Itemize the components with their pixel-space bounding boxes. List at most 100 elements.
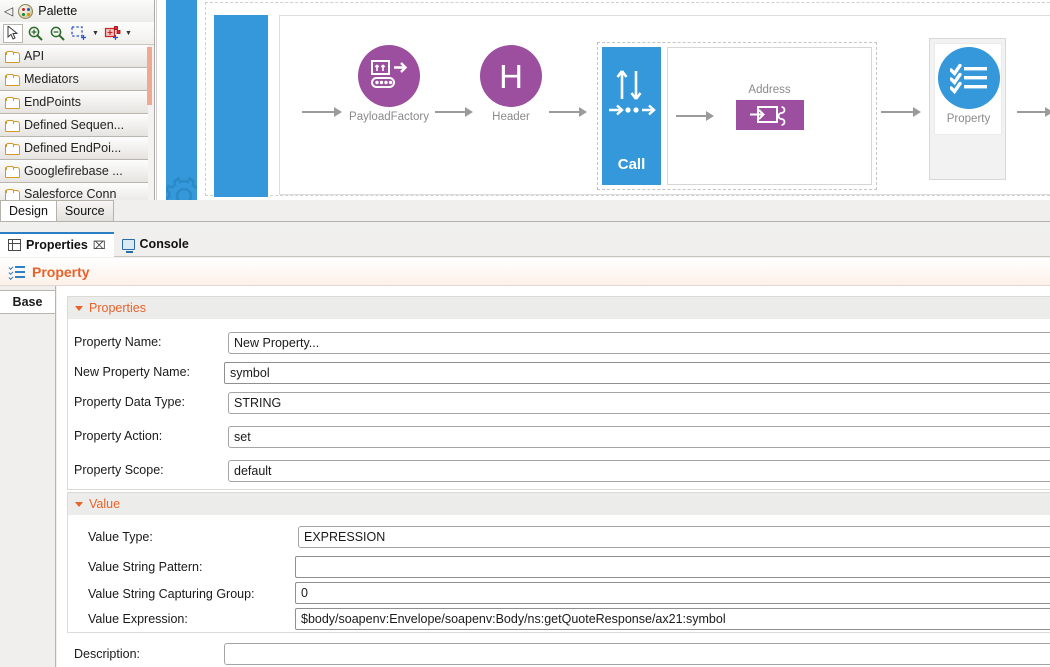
marquee-tool-button[interactable] — [69, 24, 89, 43]
value-string-capturing-group-field[interactable]: 0 — [295, 582, 1050, 604]
description-field[interactable] — [224, 643, 1050, 665]
editor-tab-bar: Design Source — [0, 200, 1050, 222]
header-glyph: H — [499, 57, 523, 95]
palette-scrollbar[interactable] — [147, 47, 152, 197]
row-value-type: Value Type: — [88, 526, 153, 548]
palette-scrollbar-thumb[interactable] — [147, 47, 152, 105]
palette-item-label: Defined EndPoi... — [24, 141, 122, 155]
palette-item-endpoints[interactable]: EndPoints — [0, 91, 148, 114]
tab-label: Console — [139, 237, 189, 251]
palette-category-list[interactable]: API Mediators EndPoints Defined Sequen..… — [0, 45, 148, 200]
palette-item-defined-sequences[interactable]: Defined Sequen... — [0, 114, 148, 137]
property-list-icon — [8, 265, 25, 280]
properties-grid-icon — [8, 239, 21, 251]
new-property-name-field[interactable]: symbol — [224, 362, 1050, 384]
field-label: Description: — [74, 647, 140, 661]
gear-icon — [166, 176, 197, 200]
palette-toolbar: ▼ ▼ — [0, 22, 154, 45]
section-title: Value — [89, 497, 121, 511]
node-property[interactable]: Property — [929, 38, 1006, 180]
palette-collapse-icon[interactable]: ◁ — [4, 5, 13, 17]
palette-item-label: Defined Sequen... — [24, 118, 125, 132]
address-endpoint-icon[interactable] — [735, 100, 804, 130]
property-name-field[interactable]: New Property... — [228, 332, 1050, 354]
palette-item-salesforce-conn[interactable]: Salesforce Conn — [0, 183, 148, 200]
flow-arrow — [549, 106, 587, 118]
field-label: Property Action: — [74, 429, 163, 443]
editor-top-region: ◁ Palette ▼ ▼ API Mediators EndPoints De… — [0, 0, 1050, 200]
view-tab-bar: Properties ⌧ Console — [0, 231, 1050, 257]
side-tab-base[interactable]: Base — [0, 290, 55, 314]
folder-icon — [5, 50, 20, 63]
node-property-content: Property — [930, 47, 1007, 125]
tab-design[interactable]: Design — [0, 200, 57, 221]
create-node-tool-button[interactable] — [102, 24, 122, 43]
node-label: Address — [748, 84, 791, 96]
field-label: Property Scope: — [74, 463, 164, 477]
palette-item-label: Googlefirebase ... — [24, 164, 123, 178]
field-value: 0 — [301, 586, 308, 600]
row-value-string-pattern: Value String Pattern: — [88, 556, 202, 578]
row-property-data-type: Property Data Type: — [74, 391, 185, 413]
palette-item-label: Mediators — [24, 72, 79, 86]
select-tool-button[interactable] — [3, 23, 23, 43]
palette-icon — [18, 3, 34, 19]
call-endpoint-slot[interactable]: Address — [667, 47, 872, 185]
marquee-tool-dropdown-icon[interactable]: ▼ — [91, 24, 100, 43]
value-expression-field[interactable]: $body/soapenv:Envelope/soapenv:Body/ns:g… — [295, 608, 1050, 630]
chevron-down-icon[interactable] — [75, 501, 83, 507]
property-data-type-field[interactable]: STRING — [228, 392, 1050, 414]
create-node-tool-dropdown-icon[interactable]: ▼ — [124, 24, 133, 43]
node-label: PayloadFactory — [349, 111, 429, 123]
zoom-in-tool-button[interactable] — [25, 24, 45, 43]
flow-arrow — [435, 106, 473, 118]
section-header[interactable]: Properties — [68, 297, 1050, 319]
properties-form: Properties Property Name: New Property..… — [57, 286, 1050, 667]
field-value: New Property... — [234, 336, 320, 350]
tab-console[interactable]: Console — [114, 232, 197, 257]
field-label: Value Type: — [88, 530, 153, 544]
palette-item-mediators[interactable]: Mediators — [0, 68, 148, 91]
property-icon — [937, 47, 1000, 109]
zoom-out-tool-button[interactable] — [47, 24, 67, 43]
node-payloadfactory[interactable]: PayloadFactory — [349, 45, 429, 123]
section-title: Properties — [89, 301, 146, 315]
node-header[interactable]: H Header — [479, 45, 543, 123]
chevron-down-icon[interactable] — [75, 305, 83, 311]
call-mediator-group[interactable]: Call Address — [597, 42, 877, 190]
palette-item-googlefirebase[interactable]: Googlefirebase ... — [0, 160, 148, 183]
field-label: Value Expression: — [88, 612, 188, 626]
palette-view: ◁ Palette ▼ ▼ API Mediators EndPoints De… — [0, 0, 155, 200]
field-value: symbol — [230, 366, 270, 380]
palette-title: Palette — [38, 4, 78, 18]
row-value-expression: Value Expression: — [88, 608, 188, 630]
property-scope-field[interactable]: default — [228, 460, 1050, 482]
value-string-pattern-field[interactable] — [295, 556, 1050, 578]
properties-title-bar: Property — [0, 258, 1050, 286]
properties-side-tabs: Base — [0, 286, 56, 667]
field-value: STRING — [234, 396, 282, 410]
row-property-name: Property Name: — [74, 331, 162, 353]
flow-arrow — [302, 106, 342, 118]
palette-item-label: API — [24, 49, 45, 63]
section-header[interactable]: Value — [68, 493, 1050, 515]
value-type-field[interactable]: EXPRESSION — [298, 526, 1050, 548]
payload-factory-icon — [358, 45, 420, 107]
tab-source[interactable]: Source — [55, 200, 114, 221]
field-value: set — [234, 430, 251, 444]
property-action-field[interactable]: set — [228, 426, 1050, 448]
tab-label: Properties — [26, 238, 88, 252]
page-title: Property — [32, 263, 90, 280]
tab-properties[interactable]: Properties ⌧ — [0, 231, 114, 257]
palette-header: ◁ Palette — [0, 0, 154, 22]
palette-item-api[interactable]: API — [0, 45, 148, 68]
palette-item-defined-endpoints[interactable]: Defined EndPoi... — [0, 137, 148, 160]
field-value: $body/soapenv:Envelope/soapenv:Body/ns:g… — [301, 612, 726, 626]
node-call[interactable]: Call — [602, 47, 661, 185]
close-icon[interactable]: ⌧ — [93, 239, 106, 252]
palette-item-label: Salesforce Conn — [24, 187, 117, 200]
design-canvas[interactable]: PayloadFactory H Header Call Address Pro… — [156, 0, 1050, 200]
row-property-action: Property Action: — [74, 425, 162, 447]
header-icon: H — [480, 45, 542, 107]
field-value: default — [234, 464, 272, 478]
